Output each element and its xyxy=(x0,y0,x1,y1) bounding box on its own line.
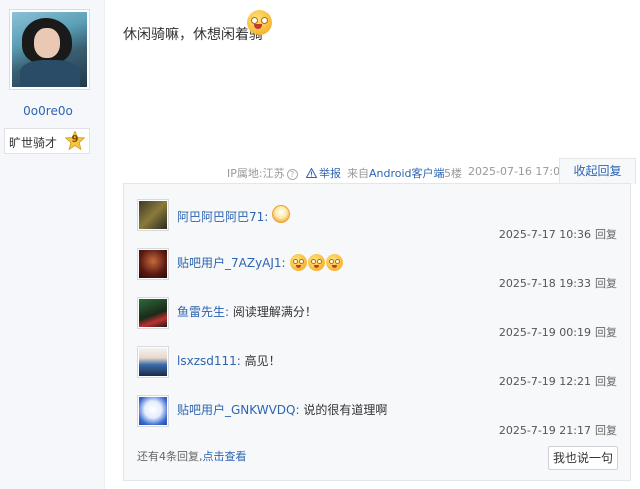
author-avatar[interactable] xyxy=(9,9,90,90)
reply-avatar[interactable] xyxy=(137,395,169,427)
post-meta-bar: IP属地:江苏? 举报 来自Android客户端 5楼 2025-07-16 1… xyxy=(104,158,640,184)
reply-avatar[interactable] xyxy=(137,346,169,378)
view-more-link[interactable]: 点击查看 xyxy=(203,450,247,463)
reply-button[interactable]: 回复 xyxy=(595,424,617,437)
avatar-image xyxy=(12,12,87,87)
laughing-face-icon xyxy=(308,254,326,271)
warning-icon xyxy=(306,168,317,178)
level-badge-box[interactable]: 旷世骑才 9 xyxy=(4,128,90,154)
reply-text: 说的很有道理啊 xyxy=(303,403,388,417)
reply-meta: 2025-7-19 12:21 回复 xyxy=(499,373,617,389)
reply-button[interactable]: 回复 xyxy=(595,228,617,241)
laughing-face-icon xyxy=(247,10,272,35)
collapse-replies-button[interactable]: 收起回复 xyxy=(559,158,636,184)
reply-item: 阿巴阿巴阿巴71: 2025-7-17 10:36 回复 xyxy=(137,199,617,247)
post-text: 休闲骑嘛，休想闲着骑 xyxy=(123,27,263,43)
post-content: 休闲骑嘛，休想闲着骑 xyxy=(123,24,263,44)
reply-button[interactable]: 回复 xyxy=(595,326,617,339)
reply-item: 贴吧用户_GNKWVDQ: 说的很有道理啊 2025-7-19 21:17 回复 xyxy=(137,395,617,443)
level-number: 9 xyxy=(71,134,79,145)
reply-button[interactable]: 回复 xyxy=(595,375,617,388)
reply-time: 2025-7-19 21:17 xyxy=(498,424,591,437)
reply-button[interactable]: 回复 xyxy=(595,277,617,290)
ip-location: IP属地:江苏? xyxy=(227,165,298,181)
laughing-face-icon xyxy=(290,254,308,271)
more-replies: 还有4条回复,点击查看 xyxy=(137,450,247,463)
source-link[interactable]: Android客户端 xyxy=(369,167,445,180)
reply-meta: 2025-7-18 19:33 回复 xyxy=(499,275,617,291)
report-link[interactable]: 举报 xyxy=(306,165,341,181)
laughing-face-icon xyxy=(326,254,344,271)
reply-item: 贴吧用户_7AZyAJ1: 2025-7-18 19:33 回复 xyxy=(137,248,617,296)
reply-avatar[interactable] xyxy=(137,199,169,231)
reply-meta: 2025-7-17 10:36 回复 xyxy=(499,226,617,242)
floor-number: 5楼 xyxy=(444,167,462,180)
level-name: 旷世骑才 xyxy=(9,136,58,150)
reply-username[interactable]: 鱼雷先生: xyxy=(177,305,229,319)
level-star-icon: 9 xyxy=(65,131,85,151)
source-info: 来自Android客户端 xyxy=(347,167,445,180)
reply-username[interactable]: 贴吧用户_7AZyAJ1: xyxy=(177,256,286,270)
reply-text: 高见！ xyxy=(244,354,281,368)
write-reply-button[interactable]: 我也说一句 xyxy=(548,446,618,470)
reply-meta: 2025-7-19 21:17 回复 xyxy=(499,422,617,438)
reply-username[interactable]: lsxzsd111: xyxy=(177,354,241,368)
reply-username[interactable]: 阿巴阿巴阿巴71: xyxy=(177,210,268,224)
reply-time: 2025-7-17 10:36 xyxy=(498,228,591,241)
reply-avatar[interactable] xyxy=(137,248,169,280)
author-username[interactable]: 0o0re0o xyxy=(0,104,96,118)
reply-time: 2025-7-19 12:21 xyxy=(498,375,591,388)
reply-text: 阅读理解满分！ xyxy=(232,305,317,319)
reply-list: 阿巴阿巴阿巴71: 2025-7-17 10:36 回复 贴吧用户_7AZyAJ1… xyxy=(123,183,631,481)
reply-username[interactable]: 贴吧用户_GNKWVDQ: xyxy=(177,403,300,417)
reply-time: 2025-7-18 19:33 xyxy=(498,277,591,290)
reply-item: lsxzsd111: 高见！ 2025-7-19 12:21 回复 xyxy=(137,346,617,394)
author-sidebar: 0o0re0o 旷世骑才 9 xyxy=(0,0,105,489)
reply-item: 鱼雷先生: 阅读理解满分！ 2025-7-19 00:19 回复 xyxy=(137,297,617,345)
cup-emoji-icon xyxy=(272,205,291,223)
reply-meta: 2025-7-19 00:19 回复 xyxy=(499,324,617,340)
reply-avatar[interactable] xyxy=(137,297,169,329)
reply-time: 2025-7-19 00:19 xyxy=(498,326,591,339)
help-icon[interactable]: ? xyxy=(286,168,298,180)
post-datetime: 2025-07-16 17:01 xyxy=(468,165,568,178)
